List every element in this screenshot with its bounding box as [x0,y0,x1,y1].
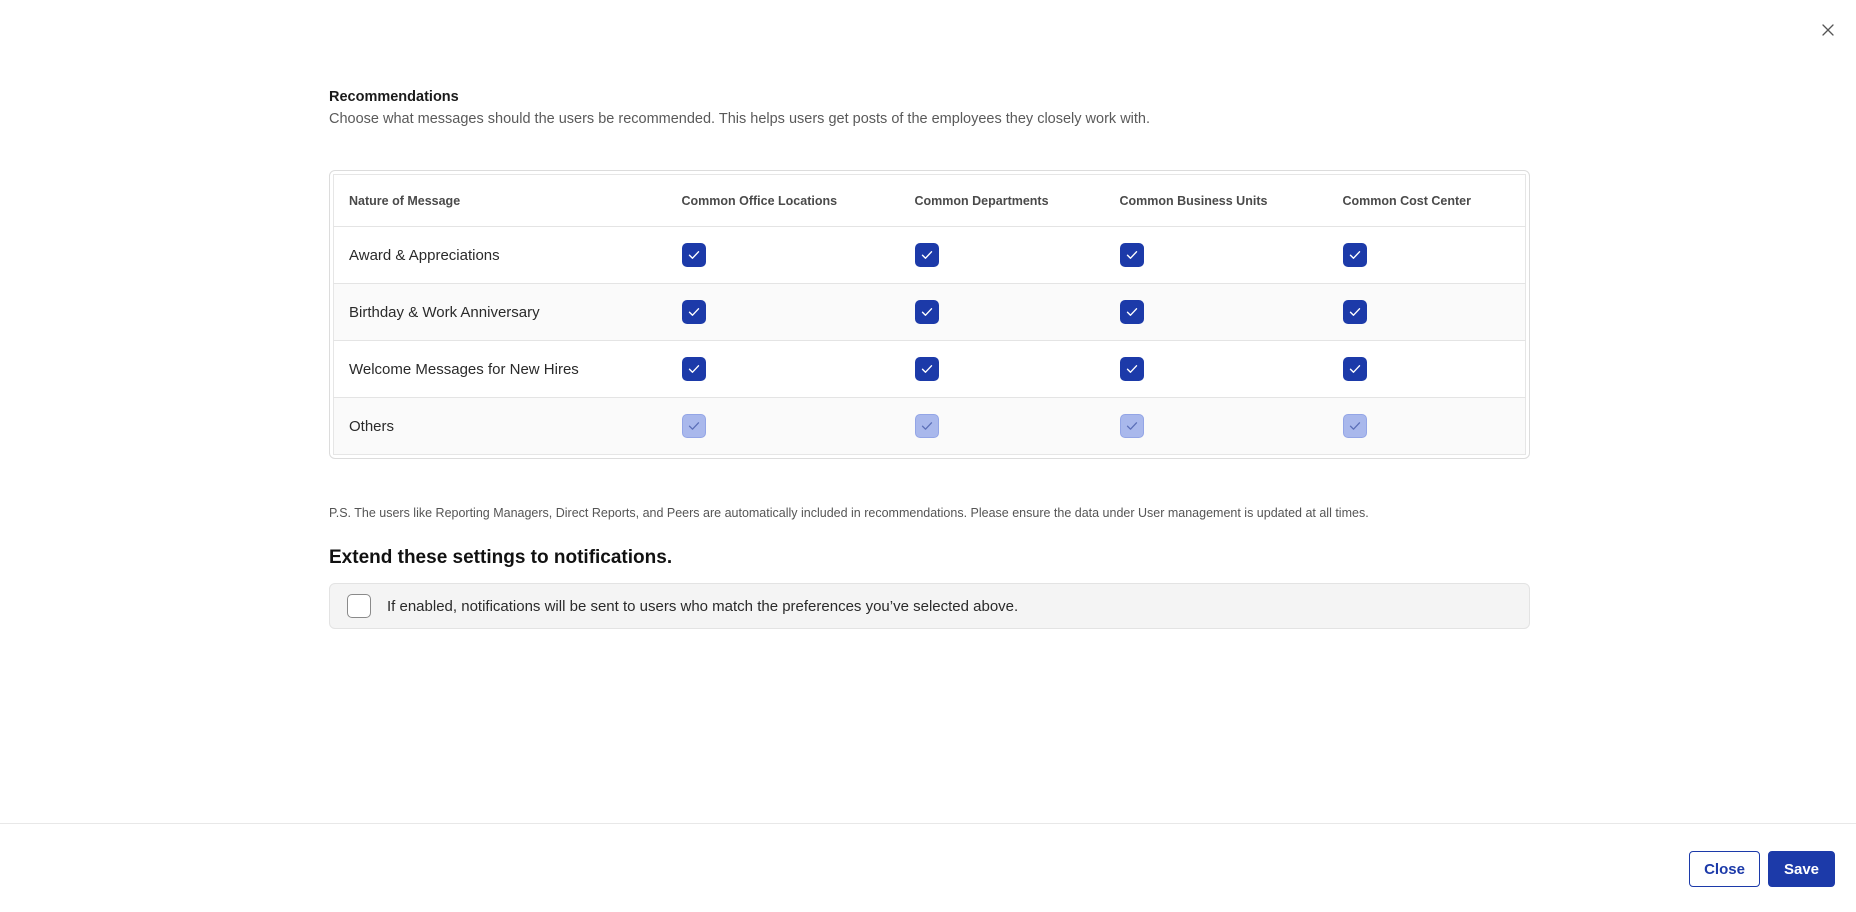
row-label: Award & Appreciations [333,226,667,284]
checkbox[interactable] [681,300,706,324]
table-header-row: Nature of Message Common Office Location… [333,174,1526,227]
section-title: Recommendations [329,89,459,105]
table-row: Welcome Messages for New Hires [333,340,1526,398]
dialog-footer: Close Save [0,823,1856,912]
notifications-option: If enabled, notifications will be sent t… [329,583,1530,629]
cell-departments [899,283,1105,341]
checkmark-icon [921,251,932,259]
cell-cost-center [1327,283,1526,341]
cell-cost-center [1327,340,1526,398]
checkbox[interactable] [1342,243,1367,267]
cell-office-locations [666,340,900,398]
column-header: Nature of Message [333,174,667,227]
row-label: Welcome Messages for New Hires [333,340,667,398]
checkbox[interactable] [914,300,939,324]
checkbox[interactable] [914,357,939,381]
cell-office-locations [666,397,900,455]
save-button[interactable]: Save [1768,851,1835,887]
checkmark-icon [1349,251,1360,259]
cell-business-units [1104,226,1328,284]
dialog-content: Recommendations Choose what messages sho… [329,88,1530,629]
checkmark-icon [1126,365,1137,373]
checkmark-icon [1349,422,1360,430]
checkbox[interactable] [914,243,939,267]
cell-office-locations [666,226,900,284]
column-header: Common Business Units [1104,174,1328,227]
cell-cost-center [1327,226,1526,284]
checkbox-disabled [681,414,706,438]
cell-business-units [1104,340,1328,398]
checkmark-icon [1126,251,1137,259]
close-button[interactable]: Close [1689,851,1760,887]
column-header: Common Departments [899,174,1105,227]
checkbox[interactable] [1119,357,1144,381]
notifications-checkbox-label: If enabled, notifications will be sent t… [387,597,1019,615]
column-header: Common Cost Center [1327,174,1526,227]
notifications-checkbox[interactable] [347,594,371,618]
cell-cost-center [1327,397,1526,455]
cell-business-units [1104,397,1328,455]
notifications-title: Extend these settings to notifications. [329,547,673,568]
cell-departments [899,226,1105,284]
checkmark-icon [688,251,699,259]
checkbox-disabled [914,414,939,438]
checkbox-disabled [1119,414,1144,438]
checkmark-icon [1126,308,1137,316]
checkbox[interactable] [1119,300,1144,324]
cell-departments [899,397,1105,455]
table-row: Award & Appreciations [333,226,1526,284]
row-label: Others [333,397,667,455]
checkmark-icon [1126,422,1137,430]
close-icon[interactable] [1817,19,1839,41]
checkmark-icon [688,365,699,373]
checkmark-icon [921,365,932,373]
cell-office-locations [666,283,900,341]
checkbox-disabled [1342,414,1367,438]
checkbox[interactable] [1342,357,1367,381]
checkbox[interactable] [681,243,706,267]
recommendation-settings-dialog: Recommendations Choose what messages sho… [0,0,1856,912]
checkmark-icon [1349,308,1360,316]
checkbox[interactable] [1119,243,1144,267]
checkbox[interactable] [1342,300,1367,324]
cell-business-units [1104,283,1328,341]
checkmark-icon [688,308,699,316]
checkmark-icon [688,422,699,430]
checkmark-icon [921,422,932,430]
recommendation-matrix: Nature of Message Common Office Location… [333,174,1526,455]
checkbox[interactable] [681,357,706,381]
column-header: Common Office Locations [666,174,900,227]
row-label: Birthday & Work Anniversary [333,283,667,341]
table-row: Others [333,397,1526,455]
recommendation-table-container: Nature of Message Common Office Location… [329,170,1530,459]
table-row: Birthday & Work Anniversary [333,283,1526,341]
cell-departments [899,340,1105,398]
ps-note: P.S. The users like Reporting Managers, … [329,506,1369,520]
section-description: Choose what messages should the users be… [329,111,1151,127]
checkmark-icon [1349,365,1360,373]
checkmark-icon [921,308,932,316]
